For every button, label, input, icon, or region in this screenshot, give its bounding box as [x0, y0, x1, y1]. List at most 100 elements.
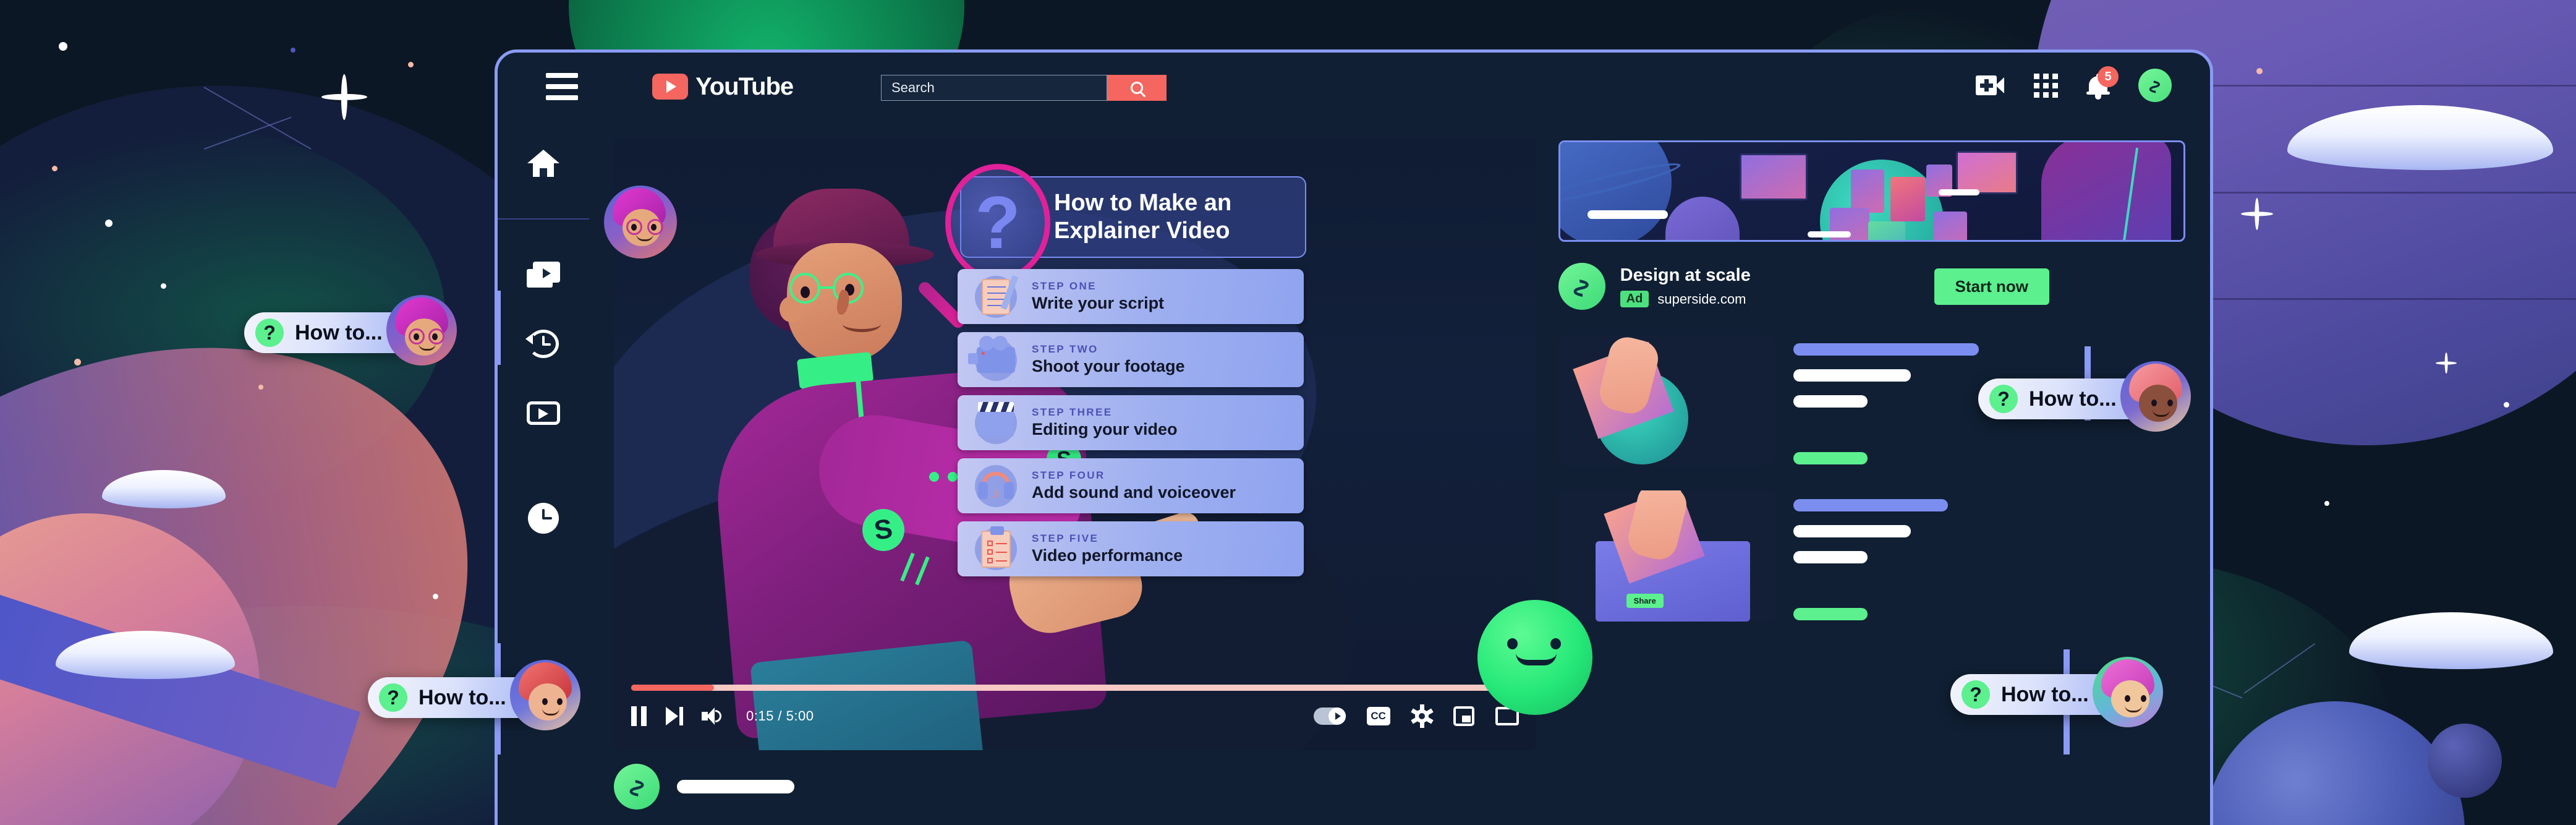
sidebar-item-watch-later[interactable]: [523, 500, 564, 536]
clapperboard-icon: [967, 400, 1024, 446]
howto-bubble-left-top[interactable]: ? How to...: [244, 295, 457, 365]
howto-label: How to...: [419, 685, 506, 709]
header-actions: 5 ∿: [1976, 66, 2172, 102]
player-controls: 0:15 / 5:00 CC: [614, 676, 1536, 750]
howto-bubble-left-bottom[interactable]: ? How to...: [368, 660, 580, 730]
howto-label: How to...: [2029, 387, 2117, 411]
autoplay-toggle[interactable]: [1313, 707, 1346, 725]
step-card-one[interactable]: STEP ONE Write your script: [958, 269, 1304, 324]
rail-text-placeholder-2: [1793, 490, 1948, 622]
channel-title-placeholder: [677, 780, 794, 793]
step-title: Add sound and voiceover: [1032, 483, 1236, 502]
start-now-button[interactable]: Start now: [1934, 268, 2049, 305]
captions-button[interactable]: CC: [1366, 707, 1390, 725]
step-card-five[interactable]: STEP FIVE Video performance: [958, 521, 1304, 576]
create-video-icon[interactable]: [1976, 75, 2004, 95]
face-pink-hair: [2120, 361, 2191, 432]
face-purple-hair-glasses: [604, 186, 677, 259]
share-label: Share: [1626, 594, 1664, 608]
step-label: STEP TWO: [1032, 343, 1099, 355]
youtube-logo-text: YouTube: [695, 72, 794, 100]
star-2: [2241, 198, 2273, 230]
notification-badge: 5: [2098, 66, 2119, 87]
bg-small-planet: [2428, 724, 2502, 798]
film-camera-icon: [967, 336, 1024, 383]
sidebar-divider: [498, 218, 589, 220]
star-dot: [433, 594, 438, 599]
step-label: STEP FOUR: [1032, 469, 1105, 481]
howto-bubble-right-bottom[interactable]: ? How to...: [1950, 657, 2163, 727]
search-button[interactable]: [1107, 75, 1167, 101]
library-icon: [527, 262, 560, 288]
face-purple-hair-glasses: [386, 295, 457, 365]
search-bar: [881, 75, 1167, 101]
history-icon: [525, 330, 559, 358]
video-player[interactable]: S S How to Make an Explainer Video: [614, 138, 1536, 750]
star-dot: [291, 48, 295, 53]
ad-url[interactable]: superside.com: [1657, 291, 1746, 307]
steps-list: STEP ONE Write your script STEP TWO Shoo…: [958, 269, 1304, 584]
question-icon: ?: [1989, 385, 2018, 413]
superside-logo-icon: ∿: [2145, 79, 2166, 92]
search-icon: [1131, 82, 1143, 94]
clock-icon: [528, 503, 559, 534]
progress-fill: [631, 685, 714, 691]
question-mark-magnifier-icon: ?: [916, 164, 1050, 331]
pause-icon[interactable]: [631, 706, 647, 726]
sidebar-item-home[interactable]: [523, 145, 564, 181]
sidebar-item-library[interactable]: [523, 257, 564, 293]
search-input[interactable]: [881, 75, 1107, 101]
headphones-icon: ♪: [967, 463, 1024, 509]
step-card-three[interactable]: STEP THREE Editing your video: [958, 395, 1304, 450]
video-title-line-1: How to Make an: [1054, 190, 1232, 216]
your-videos-icon: [527, 401, 560, 425]
gear-icon[interactable]: [1410, 704, 1434, 728]
howto-bubble-right-top[interactable]: ? How to...: [1978, 361, 2191, 432]
star-1: [321, 74, 367, 120]
howto-label: How to...: [295, 320, 383, 344]
step-card-four[interactable]: ♪ STEP FOUR Add sound and voiceover: [958, 458, 1304, 513]
question-icon: ?: [379, 683, 407, 712]
star-dot: [2504, 402, 2509, 408]
step-title: Editing your video: [1032, 420, 1178, 438]
star-dot: [2256, 68, 2263, 74]
ad-block: ∿ Design at scale Ad superside.com Start…: [1558, 263, 2185, 310]
ad-badge: Ad: [1620, 291, 1649, 307]
notifications-button[interactable]: 5: [2086, 66, 2119, 100]
star-dot: [74, 359, 81, 365]
star-dot: [105, 220, 113, 227]
step-label: STEP FIVE: [1032, 532, 1099, 544]
progress-bar[interactable]: [631, 685, 1519, 691]
apps-grid-icon[interactable]: [2034, 73, 2058, 98]
sidebar-item-history[interactable]: [523, 326, 564, 362]
youtube-logo[interactable]: YouTube: [652, 72, 794, 101]
star-dot: [52, 166, 57, 171]
app-header: YouTube 5: [498, 53, 2210, 121]
superside-green-mascot: [1477, 600, 1592, 715]
rail-text-placeholder-1: [1793, 335, 1979, 466]
howto-label: How to...: [2001, 682, 2089, 706]
star-dot: [258, 385, 263, 390]
step-card-two[interactable]: STEP TWO Shoot your footage: [958, 332, 1304, 387]
notebook-pencil-icon: [967, 274, 1024, 320]
sidebar-item-your-videos[interactable]: [523, 395, 564, 431]
step-title: Shoot your footage: [1032, 357, 1185, 375]
miniplayer-icon[interactable]: [1453, 706, 1474, 726]
content-area: S S How to Make an Explainer Video: [589, 121, 2210, 825]
channel-avatar[interactable]: ∿: [614, 764, 660, 810]
step-title: Write your script: [1032, 294, 1165, 312]
rail-thumbnail-2: Share: [1558, 490, 1775, 622]
avatar[interactable]: ∿: [2138, 69, 2172, 102]
channel-row: ∿: [614, 764, 794, 810]
star-3: [2436, 353, 2457, 374]
rail-item-2[interactable]: Share: [1558, 490, 2185, 622]
next-video-icon[interactable]: [666, 707, 683, 725]
hamburger-menu-icon[interactable]: [546, 73, 578, 100]
superside-logo-icon: ∿: [1558, 263, 1605, 310]
step-label: STEP ONE: [1032, 280, 1097, 292]
star-dot: [2324, 501, 2329, 506]
promo-thumbnail[interactable]: [1558, 140, 2185, 242]
volume-icon[interactable]: [702, 707, 723, 725]
step-title: Video performance: [1032, 546, 1183, 565]
time-display: 0:15 / 5:00: [746, 708, 814, 724]
